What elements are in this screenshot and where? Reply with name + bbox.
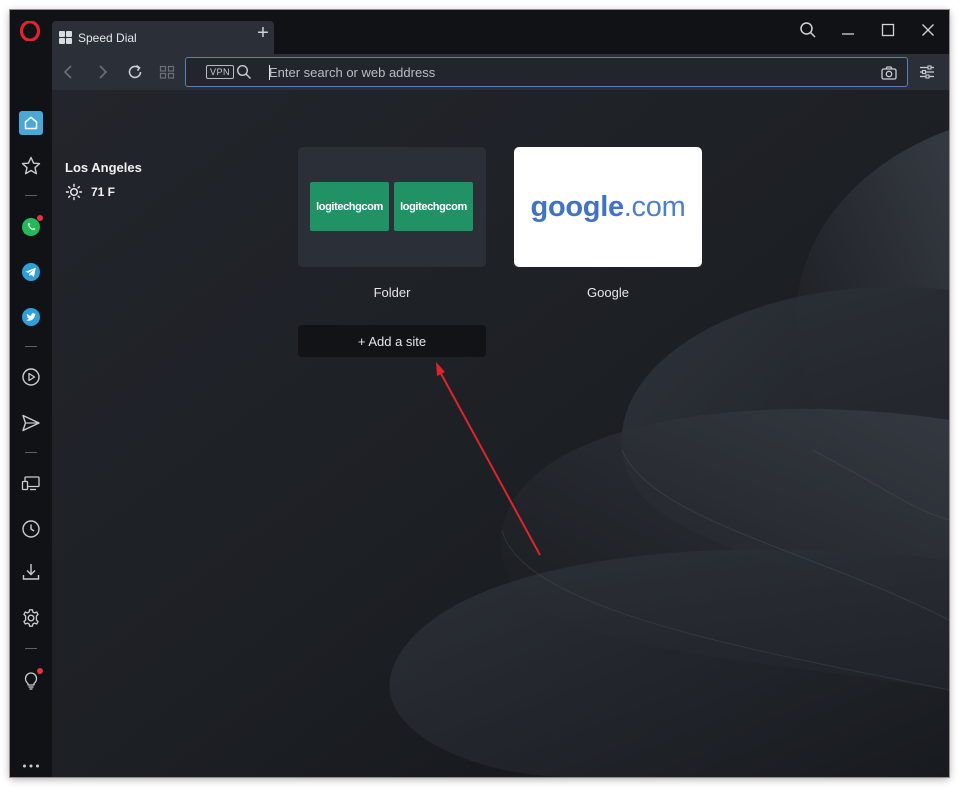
speed-dial-google-tile[interactable]: google.com [514, 147, 702, 267]
sidebar-item-whatsapp[interactable] [19, 215, 43, 239]
text-cursor [269, 65, 270, 80]
sidebar-divider [25, 452, 37, 453]
star-icon [21, 156, 41, 175]
close-icon[interactable] [918, 20, 938, 40]
reload-icon[interactable] [126, 63, 144, 81]
sun-icon [65, 183, 83, 201]
search-icon [236, 64, 251, 79]
add-site-button[interactable]: + Add a site [298, 325, 486, 357]
tab-speed-dial[interactable]: Speed Dial [52, 21, 274, 54]
sidebar-item-telegram[interactable] [19, 260, 43, 284]
browser-window: Speed Dial + VPN Enter search or web add… [10, 10, 949, 777]
send-icon [22, 414, 40, 432]
sidebar-item-more[interactable] [19, 754, 43, 777]
address-input[interactable] [269, 62, 869, 82]
vpn-badge[interactable]: VPN [206, 65, 235, 79]
sidebar-item-settings[interactable] [19, 606, 43, 630]
sidebar-item-bookmarks[interactable] [19, 154, 43, 178]
sidebar-item-history[interactable] [19, 517, 43, 541]
weather-widget[interactable]: Los Angeles 71 F [65, 160, 142, 201]
notification-dot [37, 668, 43, 674]
tab-grid-icon[interactable] [158, 63, 176, 81]
sidebar-divider [25, 648, 37, 649]
sidebar-item-my-flow[interactable] [19, 411, 43, 435]
folder-tile-label: Folder [373, 285, 411, 300]
more-icon [23, 764, 39, 768]
new-tab-button[interactable]: + [254, 23, 272, 43]
tab-title: Speed Dial [78, 30, 137, 45]
devices-icon [21, 476, 40, 491]
sidebar-divider [25, 346, 37, 347]
sidebar-item-tabs-sync[interactable] [19, 471, 43, 495]
camera-icon[interactable] [880, 64, 898, 82]
speed-dial-grid-icon [59, 31, 72, 44]
opera-logo-icon[interactable] [20, 21, 40, 41]
sidebar-divider [25, 195, 37, 196]
back-icon[interactable] [60, 63, 78, 81]
speed-dial-page: Los Angeles 71 F logitechgcom logitechgc… [52, 90, 949, 777]
play-icon [22, 368, 40, 386]
search-tabs-icon[interactable] [798, 20, 818, 40]
folder-item-logitechg: logitechgcom [310, 182, 389, 231]
telegram-icon [22, 263, 40, 281]
easy-setup-icon[interactable] [918, 63, 936, 81]
sidebar-item-home[interactable] [19, 111, 43, 135]
maximize-icon[interactable] [878, 20, 898, 40]
home-icon [19, 111, 43, 135]
speed-dial-folder-tile[interactable]: logitechgcom logitechgcom [298, 147, 486, 267]
wallpaper-background [52, 90, 949, 777]
address-toolbar: VPN [52, 54, 949, 90]
download-icon [22, 564, 40, 580]
tab-bar: Speed Dial + [10, 10, 949, 54]
weather-temperature: 71 F [91, 185, 116, 199]
clock-icon [22, 520, 40, 538]
google-tile-label: Google [587, 285, 629, 300]
folder-item-logitechg: logitechgcom [394, 182, 473, 231]
notification-dot [37, 215, 43, 221]
gear-icon [23, 609, 39, 627]
sidebar [10, 54, 52, 777]
address-bar[interactable]: VPN [185, 57, 908, 87]
sidebar-item-player[interactable] [19, 365, 43, 389]
sidebar-item-tips[interactable] [19, 668, 43, 692]
sidebar-item-downloads[interactable] [19, 560, 43, 584]
minimize-icon[interactable] [838, 20, 858, 40]
forward-icon[interactable] [93, 63, 111, 81]
google-thumbnail-text: google.com [530, 190, 686, 223]
weather-city: Los Angeles [65, 160, 142, 175]
twitter-icon [22, 308, 40, 326]
sidebar-item-twitter[interactable] [19, 305, 43, 329]
